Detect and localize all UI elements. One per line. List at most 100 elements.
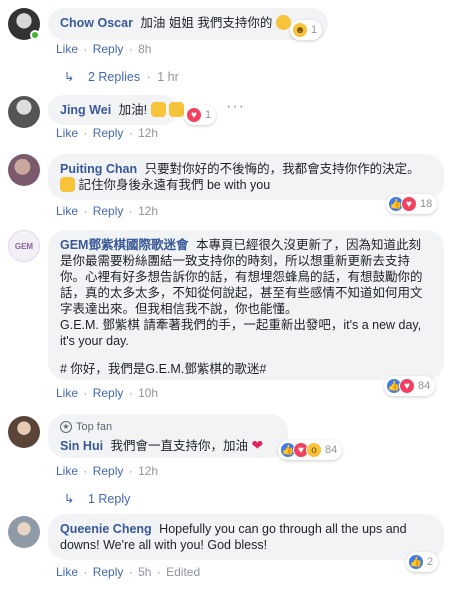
reaction-summary[interactable]: 👍 ♥ 18: [386, 194, 438, 214]
gem-logo-icon: GEM: [14, 241, 34, 251]
like-link[interactable]: Like: [56, 126, 78, 140]
comment-bubble: Queenie Cheng Hopefully you can go throu…: [48, 514, 444, 560]
flexed-biceps-icon: [60, 177, 75, 192]
separator: ·: [83, 464, 88, 478]
love-reaction-icon: ♥: [399, 378, 415, 394]
separator: ·: [146, 70, 151, 84]
like-reaction-icon: 👍: [408, 554, 424, 570]
like-link[interactable]: Like: [56, 386, 78, 400]
timestamp[interactable]: 5h: [138, 565, 151, 579]
separator: ·: [128, 42, 133, 56]
avatar[interactable]: [8, 516, 40, 548]
reaction-count: 84: [325, 444, 338, 456]
comment-text-paragraph-2: G.E.M. 鄧紫棋 請牽著我們的手，一起重新出發吧，it's a new da…: [60, 318, 422, 348]
commenter-name[interactable]: Puiting Chan: [60, 162, 137, 176]
comment-queenie-cheng: Queenie Cheng Hopefully you can go throu…: [8, 512, 449, 590]
comment-text: 加油 姐姐 我們支持你的: [140, 16, 273, 30]
online-status-icon: [30, 30, 40, 40]
comment-bubble: Puiting Chan 只要對你好的不後悔的，我都會支持你作的決定。 記住你身…: [48, 154, 444, 200]
reply-arrow-icon: ↳: [64, 492, 75, 506]
commenter-name[interactable]: GEM鄧紫棋國際歌迷會: [60, 238, 188, 252]
separator: ·: [83, 565, 88, 579]
separator: ·: [128, 464, 133, 478]
flexed-biceps-icon: [150, 102, 166, 117]
reaction-count: 1: [205, 109, 212, 121]
separator: ·: [156, 565, 161, 579]
edited-label[interactable]: Edited: [166, 565, 200, 579]
reply-link[interactable]: Reply: [93, 42, 124, 56]
timestamp[interactable]: 12h: [138, 126, 158, 140]
commenter-name[interactable]: Chow Oscar: [60, 16, 133, 30]
timestamp[interactable]: 8h: [138, 42, 151, 56]
replies-count-link[interactable]: 2 Replies: [88, 70, 140, 84]
comment-text: 加油!: [118, 103, 148, 117]
commenter-name[interactable]: Sin Hui: [60, 439, 103, 453]
top-fan-badge: ★ Top fan: [60, 419, 276, 435]
commenter-name[interactable]: Jing Wei: [60, 103, 111, 117]
timestamp[interactable]: 12h: [138, 464, 158, 478]
reaction-summary[interactable]: 👍 ♥ o 84: [278, 440, 343, 460]
avatar[interactable]: [8, 154, 40, 186]
comment-sin-hui: ★ Top fan Sin Hui 我們會一直支持你，加油 ❤ 👍 ♥ o 84…: [8, 412, 449, 506]
comment-text-continued: 記住你身後永遠有我們 be with you: [78, 178, 271, 192]
reply-arrow-icon: ↳: [64, 70, 75, 84]
flexed-biceps-icon: [169, 102, 185, 117]
comment-bubble: GEM鄧紫棋國際歌迷會 本專頁已經很久沒更新了，因為知道此刻是你最需要粉絲團結一…: [48, 230, 444, 380]
like-link[interactable]: Like: [56, 565, 78, 579]
avatar[interactable]: GEM: [8, 230, 40, 262]
comment-text: 只要對你好的不後悔的，我都會支持你作的決定。: [144, 162, 420, 176]
wow-reaction-icon: o: [306, 442, 322, 458]
reaction-count: 18: [420, 198, 433, 210]
reaction-count: 1: [311, 24, 318, 36]
timestamp[interactable]: 12h: [138, 204, 158, 218]
commenter-name[interactable]: Queenie Cheng: [60, 522, 152, 536]
comment-actions: Like · Reply · 10h: [56, 386, 158, 400]
comment-actions: Like · Reply · 12h: [56, 464, 158, 478]
reaction-summary[interactable]: ☻ 1: [290, 20, 323, 40]
reply-link[interactable]: Reply: [93, 204, 124, 218]
separator: ·: [128, 386, 133, 400]
like-link[interactable]: Like: [56, 204, 78, 218]
avatar[interactable]: [8, 416, 40, 448]
like-link[interactable]: Like: [56, 42, 78, 56]
timestamp[interactable]: 10h: [138, 386, 158, 400]
love-reaction-icon: ♥: [401, 196, 417, 212]
separator: ·: [83, 386, 88, 400]
reaction-summary[interactable]: 👍 2: [406, 552, 439, 572]
comment-gem-fan-club: GEM GEM鄧紫棋國際歌迷會 本專頁已經很久沒更新了，因為知道此刻是你最需要粉…: [8, 228, 449, 406]
reaction-count: 84: [418, 380, 431, 392]
comment-text-paragraph-3: # 你好，我們是G.E.M.鄧紫棋的歌迷#: [60, 362, 267, 376]
kiss-emoji-icon: [275, 15, 291, 30]
comment-chow-oscar: Chow Oscar 加油 姐姐 我們支持你的 ☻ 1 Like · Reply…: [8, 0, 449, 90]
love-reaction-icon: ♥: [186, 107, 202, 123]
replies-time: 1 hr: [157, 70, 179, 84]
like-link[interactable]: Like: [56, 464, 78, 478]
reaction-summary[interactable]: ♥ 1: [184, 105, 217, 125]
comment-puiting-chan: Puiting Chan 只要對你好的不後悔的，我都會支持你作的決定。 記住你身…: [8, 150, 449, 220]
top-fan-icon: ★: [60, 421, 72, 433]
haha-reaction-icon: ☻: [292, 22, 308, 38]
avatar[interactable]: [8, 96, 40, 128]
reply-link[interactable]: Reply: [93, 464, 124, 478]
view-replies[interactable]: ↳ 2 Replies · 1 hr: [64, 69, 179, 84]
comment-actions: Like · Reply · 8h: [56, 42, 151, 56]
separator: ·: [128, 565, 133, 579]
comment-jing-wei: Jing Wei 加油! ♥ 1 ··· Like · Reply · 12h: [8, 92, 449, 142]
more-options-icon[interactable]: ···: [226, 98, 245, 116]
replies-count-link[interactable]: 1 Reply: [88, 492, 130, 506]
comment-text: 我們會一直支持你，加油: [110, 439, 249, 453]
view-replies[interactable]: ↳ 1 Reply: [64, 491, 130, 506]
separator: ·: [128, 204, 133, 218]
reaction-count: 2: [427, 556, 434, 568]
separator: ·: [83, 126, 88, 140]
comment-actions: Like · Reply · 12h: [56, 204, 158, 218]
separator: ·: [128, 126, 133, 140]
reply-link[interactable]: Reply: [93, 126, 124, 140]
comment-bubble: Jing Wei 加油!: [48, 95, 185, 125]
reply-link[interactable]: Reply: [93, 565, 124, 579]
comment-actions: Like · Reply · 12h: [56, 126, 158, 140]
reaction-summary[interactable]: 👍 ♥ 84: [384, 376, 436, 396]
separator: ·: [83, 204, 88, 218]
comment-actions: Like · Reply · 5h · Edited: [56, 565, 200, 579]
reply-link[interactable]: Reply: [93, 386, 124, 400]
